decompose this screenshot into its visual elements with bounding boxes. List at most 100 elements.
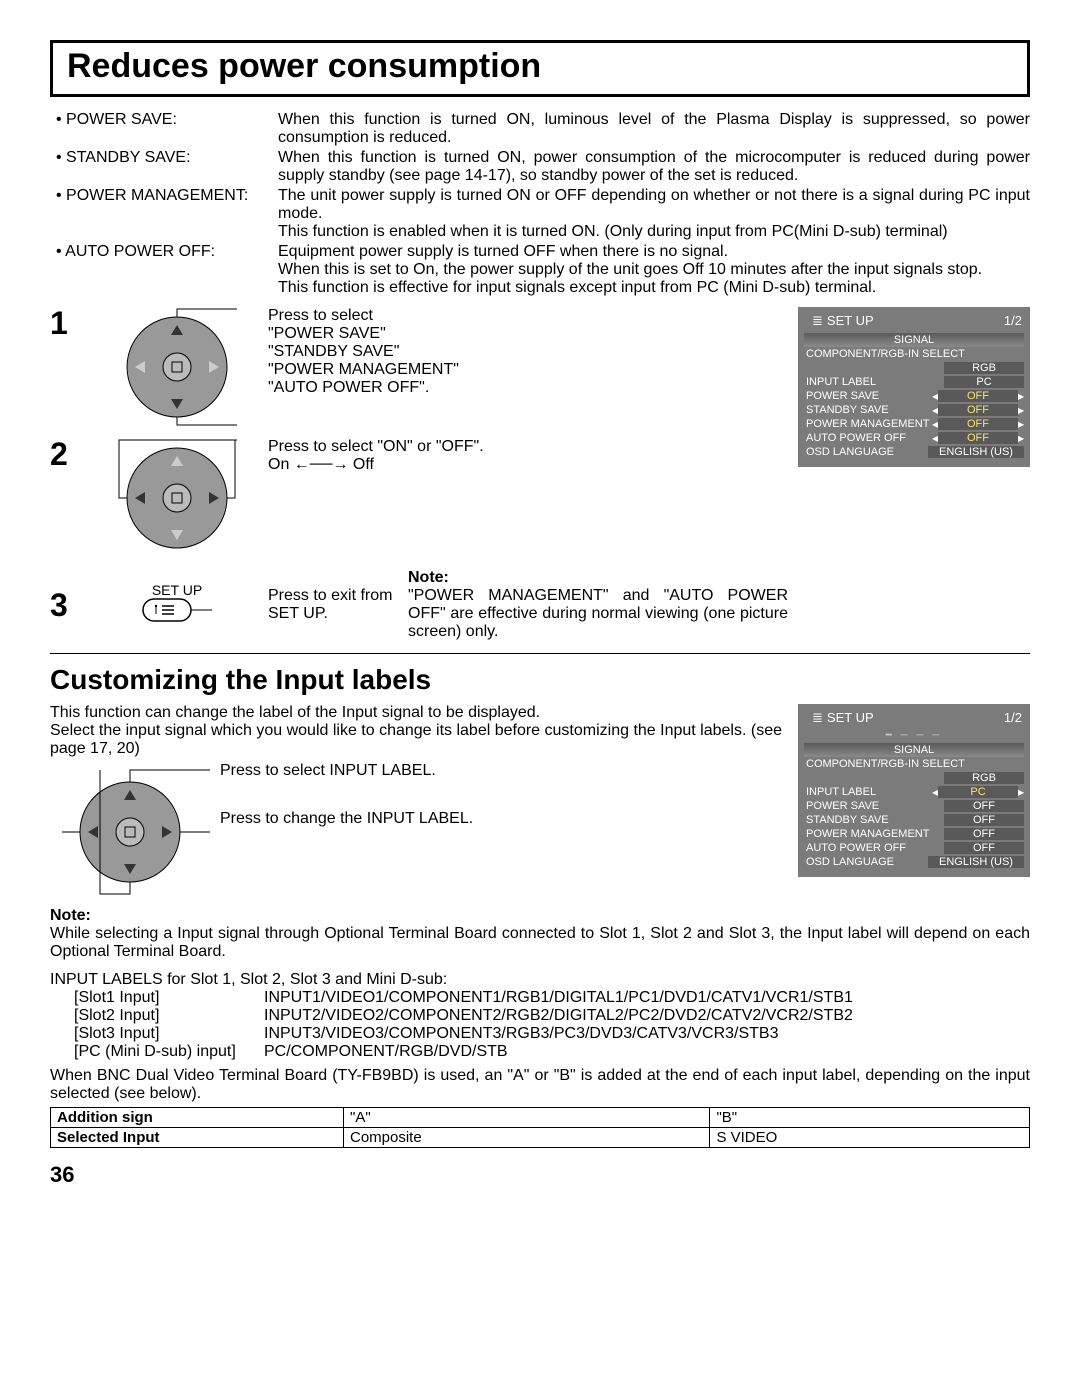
osd-row-value: RGB — [944, 772, 1024, 784]
osd-row-label: OSD LANGUAGE — [804, 446, 928, 458]
step-1: 1 Press to select "POWER — [50, 307, 788, 432]
page-number: 36 — [50, 1162, 1030, 1188]
osd-setup-menu-2: ≣SET UP 1/2 ━ ─ ─ ─ SIGNAL COMPONENT/RGB… — [798, 704, 1030, 877]
osd-row-value: OFF — [938, 404, 1018, 416]
osd-row-label: COMPONENT/RGB-IN SELECT — [804, 758, 1024, 770]
step-number: 3 — [50, 589, 92, 621]
osd-setup-menu: ≣ SET UP 1/2 SIGNAL COMPONENT/RGB-IN SELE… — [798, 307, 1030, 467]
table-cell: S VIDEO — [710, 1128, 1030, 1148]
osd-row-label: COMPONENT/RGB-IN SELECT — [804, 348, 1024, 360]
step-text: "STANDBY SAVE" — [268, 343, 788, 361]
table-cell: Selected Input — [51, 1128, 344, 1148]
intro-text: Select the input signal which you would … — [50, 722, 788, 758]
step-number: 1 — [50, 307, 92, 339]
def-text: When this function is turned ON, power c… — [278, 149, 1030, 185]
note-text: While selecting a Input signal through O… — [50, 925, 1030, 961]
def-text: This function is effective for input sig… — [278, 279, 1030, 297]
note-heading: Note: — [50, 907, 1030, 925]
step-2: 2 Press to select "ON" or "OFF". On ←──→… — [50, 438, 788, 563]
osd-row-label: POWER MANAGEMENT — [804, 418, 932, 430]
step-3: 3 SET UP Press to exit from SET UP. Note… — [50, 569, 788, 641]
osd-title: SET UP — [827, 710, 874, 725]
dpad-diagram — [92, 307, 262, 432]
step-text: Press to select INPUT LABEL. — [220, 762, 788, 780]
menu-icon: ≣ — [812, 313, 823, 328]
osd-row-label: INPUT LABEL — [804, 786, 932, 798]
note-heading: Note: — [408, 569, 788, 587]
step-text: "POWER SAVE" — [268, 325, 788, 343]
osd-row-label: AUTO POWER OFF — [804, 432, 932, 444]
definitions-list: • POWER SAVE: When this function is turn… — [50, 111, 1030, 297]
osd-row-label: STANDBY SAVE — [804, 814, 944, 826]
osd-row-value: OFF — [938, 390, 1018, 402]
osd-row-label: POWER MANAGEMENT — [804, 828, 944, 840]
step-text: "AUTO POWER OFF". — [268, 379, 788, 397]
addition-sign-table: Addition sign "A" "B" Selected Input Com… — [50, 1107, 1030, 1148]
osd-row-value: OFF — [944, 800, 1024, 812]
osd-row-label: POWER SAVE — [804, 390, 932, 402]
step-text: "POWER MANAGEMENT" — [268, 361, 788, 379]
osd-row-value: ENGLISH (US) — [928, 446, 1024, 458]
label-key: [Slot1 Input] — [74, 989, 264, 1007]
osd-row-value: RGB — [944, 362, 1024, 374]
table-cell: "B" — [710, 1108, 1030, 1128]
step-text: On ←──→ Off — [268, 456, 788, 474]
step-text: Press to select — [268, 307, 788, 325]
osd-signal-bar: SIGNAL — [804, 333, 1024, 347]
label-value: INPUT2/VIDEO2/COMPONENT2/RGB2/DIGITAL2/P… — [264, 1007, 853, 1025]
osd-row-label: POWER SAVE — [804, 800, 944, 812]
def-text: Equipment power supply is turned OFF whe… — [278, 243, 1030, 261]
osd-row-value: OFF — [944, 828, 1024, 840]
table-cell: Composite — [344, 1128, 710, 1148]
osd-row-value: ENGLISH (US) — [928, 856, 1024, 868]
osd-row-value: OFF — [938, 432, 1018, 444]
osd-row-value: OFF — [944, 842, 1024, 854]
osd-page: 1/2 — [1004, 710, 1022, 726]
osd-row-value: PC — [944, 376, 1024, 388]
menu-icon: ≣ — [812, 710, 823, 725]
intro-text: This function can change the label of th… — [50, 704, 788, 722]
osd-row-label: OSD LANGUAGE — [804, 856, 928, 868]
label-value: INPUT3/VIDEO3/COMPONENT3/RGB3/PC3/DVD3/C… — [264, 1025, 779, 1043]
dpad-diagram — [50, 762, 220, 907]
def-text: When this is set to On, the power supply… — [278, 261, 1030, 279]
label-key: [Slot2 Input] — [74, 1007, 264, 1025]
def-text: When this function is turned ON, luminou… — [278, 111, 1030, 147]
label-key: [PC (Mini D-sub) input] — [74, 1043, 264, 1061]
osd-row-label: AUTO POWER OFF — [804, 842, 944, 854]
section2-title: Customizing the Input labels — [50, 664, 1030, 696]
divider — [50, 653, 1030, 654]
def-label: • AUTO POWER OFF: — [50, 243, 278, 261]
def-label: • STANDBY SAVE: — [50, 149, 278, 167]
table-cell: "A" — [344, 1108, 710, 1128]
def-label: • POWER SAVE: — [50, 111, 278, 129]
osd-row-value: PC — [938, 786, 1018, 798]
osd-signal-bar: SIGNAL — [804, 743, 1024, 757]
osd-row-label: STANDBY SAVE — [804, 404, 932, 416]
setup-button-diagram: SET UP — [92, 582, 262, 629]
labels-heading: INPUT LABELS for Slot 1, Slot 2, Slot 3 … — [50, 971, 1030, 989]
def-text: This function is enabled when it is turn… — [278, 223, 1030, 241]
step-number: 2 — [50, 438, 92, 470]
setup-button-label: SET UP — [92, 582, 262, 598]
def-text: The unit power supply is turned ON or OF… — [278, 187, 1030, 223]
osd-page: 1/2 — [1004, 313, 1022, 329]
section-title-box: Reduces power consumption — [50, 40, 1030, 97]
osd-row-value: OFF — [938, 418, 1018, 430]
def-label: • POWER MANAGEMENT: — [50, 187, 278, 205]
table-cell: Addition sign — [51, 1108, 344, 1128]
dpad-diagram — [92, 438, 262, 563]
label-key: [Slot3 Input] — [74, 1025, 264, 1043]
step-text: Press to select "ON" or "OFF". — [268, 438, 788, 456]
note-text: "POWER MANAGEMENT" and "AUTO POWER OFF" … — [408, 587, 788, 641]
section-title: Reduces power consumption — [67, 47, 1013, 86]
osd-row-value: OFF — [944, 814, 1024, 826]
bnc-text: When BNC Dual Video Terminal Board (TY-F… — [50, 1067, 1030, 1103]
label-value: INPUT1/VIDEO1/COMPONENT1/RGB1/DIGITAL1/P… — [264, 989, 853, 1007]
osd-title: SET UP — [827, 313, 874, 328]
input-labels-list: [Slot1 Input]INPUT1/VIDEO1/COMPONENT1/RG… — [74, 989, 1030, 1061]
label-value: PC/COMPONENT/RGB/DVD/STB — [264, 1043, 508, 1061]
osd-row-label: INPUT LABEL — [804, 376, 944, 388]
step-text: Press to exit from SET UP. — [262, 587, 408, 623]
step-text: Press to change the INPUT LABEL. — [220, 810, 788, 828]
